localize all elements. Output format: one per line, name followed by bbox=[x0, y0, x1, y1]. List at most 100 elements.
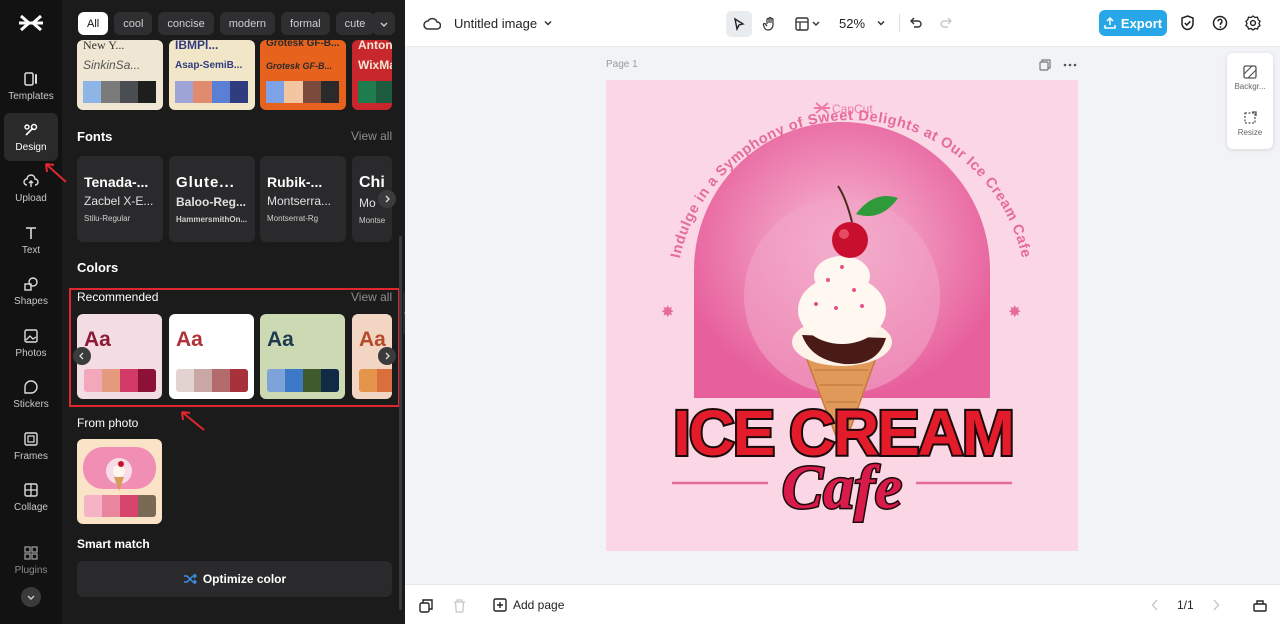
style-card-subheading: Asap-SemiB... bbox=[175, 60, 243, 71]
trash-icon bbox=[453, 599, 465, 613]
colors-section-title: Colors bbox=[77, 260, 119, 275]
rail-item-stickers[interactable]: Stickers bbox=[4, 370, 58, 418]
filter-chip-formal[interactable]: formal bbox=[281, 12, 330, 35]
layout-tool-button[interactable] bbox=[792, 11, 826, 37]
export-button[interactable]: Export bbox=[1099, 10, 1167, 36]
cloud-icon bbox=[423, 17, 441, 30]
background-icon bbox=[1243, 65, 1257, 79]
zoom-level[interactable]: 52% bbox=[839, 16, 865, 31]
rail-expand-button[interactable] bbox=[21, 587, 41, 607]
style-card-subheading: SinkinSa... bbox=[83, 58, 141, 72]
optimize-color-label: Optimize color bbox=[202, 572, 287, 586]
duplicate-icon bbox=[1039, 59, 1051, 71]
filter-chip-concise[interactable]: concise bbox=[158, 12, 214, 35]
style-card[interactable]: New Y... SinkinSa... bbox=[77, 40, 163, 110]
color-swatch bbox=[266, 81, 285, 103]
photos-icon bbox=[24, 328, 38, 343]
style-card-heading: New Y... bbox=[83, 40, 125, 52]
gear-icon bbox=[1245, 15, 1261, 31]
color-swatch bbox=[358, 81, 377, 103]
security-button[interactable] bbox=[1178, 14, 1196, 32]
filter-chip-modern[interactable]: modern bbox=[219, 12, 276, 35]
color-swatch bbox=[376, 81, 392, 103]
font-card-title: Chi bbox=[359, 174, 385, 191]
color-swatch bbox=[83, 81, 102, 103]
page-more-button[interactable] bbox=[1062, 58, 1078, 72]
filter-chip-cute[interactable]: cute bbox=[335, 12, 375, 35]
font-card[interactable]: Glute... Baloo-Reg... HammersmithOn... bbox=[169, 156, 255, 242]
layers-button[interactable] bbox=[1252, 597, 1268, 613]
redo-button[interactable] bbox=[937, 14, 955, 32]
rail-item-plugins[interactable]: Plugins bbox=[4, 536, 58, 584]
help-button[interactable] bbox=[1211, 14, 1229, 32]
layout-icon bbox=[795, 17, 820, 31]
prev-page-button[interactable] bbox=[1148, 598, 1162, 612]
rail-item-text[interactable]: Text bbox=[4, 216, 58, 264]
text-icon bbox=[26, 226, 36, 239]
plugins-icon bbox=[24, 545, 38, 560]
rail-item-frames[interactable]: Frames bbox=[4, 422, 58, 470]
chevron-down-icon bbox=[27, 595, 35, 600]
capcut-logo-icon bbox=[19, 14, 43, 32]
optimize-color-button[interactable]: Optimize color bbox=[77, 561, 392, 597]
panel-scrollbar[interactable] bbox=[399, 236, 402, 610]
top-toolbar: Untitled image 52% Export bbox=[405, 0, 1280, 47]
color-swatch bbox=[302, 81, 321, 103]
fonts-view-all-link[interactable]: View all bbox=[351, 129, 392, 143]
canvas-area[interactable]: Page 1 CapCut Indulge in a Symphony of S… bbox=[405, 47, 1280, 584]
delete-page-button[interactable] bbox=[451, 598, 467, 614]
rail-item-upload[interactable]: Upload bbox=[4, 164, 58, 212]
zoom-dropdown-button[interactable] bbox=[875, 17, 887, 29]
rail-item-photos[interactable]: Photos bbox=[4, 319, 58, 367]
design-icon bbox=[24, 123, 38, 136]
font-card-pair: Baloo-Reg... bbox=[176, 195, 247, 209]
bottom-toolbar: Add page 1/1 bbox=[405, 584, 1280, 624]
style-card-heading: Anton bbox=[358, 40, 392, 52]
style-card[interactable]: Grotesk GF-B... Grotesk GF-B... bbox=[260, 40, 346, 110]
rail-item-shapes[interactable]: Shapes bbox=[4, 267, 58, 315]
recommended-highlight-box bbox=[69, 288, 400, 407]
photo-palette-card[interactable] bbox=[77, 439, 162, 524]
rail-label-shapes: Shapes bbox=[14, 295, 48, 307]
cursor-icon bbox=[733, 17, 745, 31]
from-photo-title: From photo bbox=[77, 416, 139, 430]
rail-item-design[interactable]: Design bbox=[4, 113, 58, 161]
add-page-button[interactable]: Add page bbox=[493, 598, 564, 612]
font-card[interactable]: Rubik-... Montserra... Montserrat-Rg bbox=[260, 156, 346, 242]
page-label: Page 1 bbox=[606, 59, 638, 70]
settings-button[interactable] bbox=[1244, 14, 1262, 32]
copy-icon bbox=[419, 599, 433, 613]
document-title[interactable]: Untitled image bbox=[454, 16, 537, 31]
fonts-next-button[interactable] bbox=[378, 190, 396, 208]
style-card-subheading: WixMa bbox=[358, 58, 392, 72]
undo-button[interactable] bbox=[907, 14, 925, 32]
filter-chip-all[interactable]: All bbox=[78, 12, 109, 35]
filter-more-button[interactable] bbox=[372, 12, 395, 35]
upload-cloud-icon bbox=[23, 173, 39, 187]
style-card[interactable]: IBMPl... Asap-SemiB... bbox=[169, 40, 255, 110]
add-page-icon bbox=[493, 598, 507, 612]
resize-label: Resize bbox=[1237, 128, 1263, 137]
resize-button[interactable]: Resize bbox=[1227, 111, 1273, 137]
next-page-button[interactable] bbox=[1209, 598, 1223, 612]
copy-page-button[interactable] bbox=[418, 598, 434, 614]
style-card[interactable]: Anton WixMa bbox=[352, 40, 392, 110]
rail-label-text: Text bbox=[21, 244, 41, 256]
export-label: Export bbox=[1120, 15, 1163, 31]
filter-chip-cool[interactable]: cool bbox=[114, 12, 153, 35]
background-button[interactable]: Backgr... bbox=[1227, 65, 1273, 91]
undo-icon bbox=[910, 17, 922, 28]
duplicate-page-button[interactable] bbox=[1038, 58, 1052, 72]
chevron-right-icon bbox=[385, 195, 390, 203]
rail-item-collage[interactable]: Collage bbox=[4, 473, 58, 521]
title-dropdown-button[interactable] bbox=[542, 17, 554, 29]
hand-tool-button[interactable] bbox=[757, 11, 783, 37]
cloud-save-button[interactable] bbox=[422, 14, 442, 34]
chevron-down-icon bbox=[380, 22, 387, 27]
font-card[interactable]: Tenada-... Zacbel X-E... Stilu-Regular bbox=[77, 156, 163, 242]
rail-item-templates[interactable]: Templates bbox=[4, 62, 58, 110]
design-artboard[interactable]: CapCut Indulge in a Symphony of Sweet De… bbox=[606, 80, 1078, 551]
color-swatch bbox=[211, 81, 230, 103]
select-tool-button[interactable] bbox=[726, 11, 752, 37]
color-swatch bbox=[120, 495, 138, 517]
